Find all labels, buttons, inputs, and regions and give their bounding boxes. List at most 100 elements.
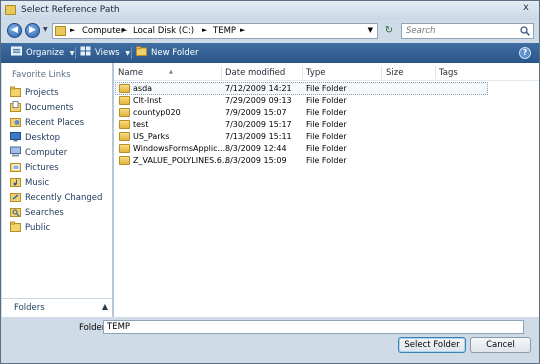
chevron-down-icon: ▼ (125, 50, 130, 57)
folder-input[interactable] (107, 322, 507, 332)
toolbar-separator (131, 47, 132, 59)
address-bar[interactable]: ► Computer ► Local Disk (C:) ► TEMP ► ▼ (52, 23, 378, 39)
title-bar: Select Reference Path x (1, 1, 539, 20)
table-row[interactable]: test 7/30/2009 15:17 File Folder (114, 119, 539, 130)
views-label: Views (95, 48, 120, 58)
column-header-label: Name (118, 68, 144, 78)
sidebar-item-desktop[interactable]: Desktop (10, 131, 60, 144)
column-divider[interactable] (381, 66, 382, 79)
breadcrumb-local-disk[interactable]: Local Disk (C:) (133, 26, 194, 36)
sidebar-item-label: Recent Places (25, 118, 85, 128)
search-icon[interactable] (520, 26, 530, 36)
select-folder-button[interactable]: Select Folder (398, 337, 466, 353)
select-reference-path-dialog: Select Reference Path x ◀ ▶ ▼ ► Computer… (0, 0, 540, 364)
recent-pages-dropdown[interactable]: ▼ (43, 26, 48, 33)
forward-button[interactable]: ▶ (25, 23, 40, 38)
column-header-type[interactable]: Type (306, 66, 326, 80)
chevron-right-icon[interactable]: ► (240, 26, 245, 34)
sidebar-item-pictures[interactable]: Pictures (10, 161, 59, 174)
column-divider[interactable] (302, 66, 303, 79)
organize-button[interactable]: Organize ▼ (11, 46, 74, 60)
command-toolbar: Organize ▼ Views ▼ New Folder ? (1, 43, 539, 63)
chevron-right-icon[interactable]: ► (122, 26, 127, 34)
sidebar-item-public[interactable]: Public (10, 221, 50, 234)
pictures-icon (10, 163, 21, 172)
file-name: Z_VALUE_POLYLINES.6... (133, 156, 230, 165)
breadcrumb-computer[interactable]: Computer (82, 26, 124, 36)
folder-icon (119, 132, 130, 141)
cancel-button[interactable]: Cancel (470, 337, 531, 353)
file-date: 8/3/2009 15:09 (225, 156, 287, 165)
searches-icon (10, 208, 21, 217)
header-divider (114, 80, 539, 81)
address-history-dropdown[interactable]: ▼ (368, 26, 373, 34)
file-name: WindowsFormsApplic... (133, 144, 226, 153)
breadcrumb-temp[interactable]: TEMP (213, 26, 236, 36)
favorite-links-heading: Favorite Links (12, 70, 71, 80)
address-row: ◀ ▶ ▼ ► Computer ► Local Disk (C:) ► TEM… (1, 20, 539, 43)
chevron-right-icon[interactable]: ► (70, 26, 75, 34)
table-row[interactable]: Clt-Inst 7/29/2009 09:13 File Folder (114, 95, 539, 106)
folder-field[interactable] (103, 320, 524, 334)
folders-toggle[interactable]: Folders ▲ (2, 298, 112, 317)
file-name: US_Parks (133, 132, 170, 141)
sidebar-item-label: Searches (25, 208, 64, 218)
folder-icon (119, 84, 130, 93)
folder-icon (119, 108, 130, 117)
close-button[interactable]: x (519, 2, 533, 14)
file-type: File Folder (306, 132, 347, 141)
views-icon (80, 46, 91, 56)
file-name: countyp020 (133, 108, 181, 117)
table-row[interactable]: countyp020 7/9/2009 15:07 File Folder (114, 107, 539, 118)
column-header-size[interactable]: Size (386, 66, 403, 80)
back-button[interactable]: ◀ (7, 23, 22, 38)
folder-icon (119, 144, 130, 153)
column-header-tags[interactable]: Tags (439, 66, 458, 80)
sidebar-item-label: Music (25, 178, 50, 188)
sidebar-item-recent-places[interactable]: Recent Places (10, 116, 84, 129)
window-title: Select Reference Path (21, 5, 120, 15)
sidebar-item-computer[interactable]: Computer (10, 146, 67, 159)
selection-focus-box (115, 82, 488, 95)
folder-icon (119, 120, 130, 129)
table-row[interactable]: US_Parks 7/13/2009 15:11 File Folder (114, 131, 539, 142)
desktop-icon (10, 132, 21, 142)
sidebar-item-label: Computer (25, 148, 68, 158)
help-button[interactable]: ? (519, 47, 531, 59)
search-box[interactable] (401, 23, 534, 39)
column-header-name[interactable]: Name ▲ (118, 66, 222, 80)
new-folder-label: New Folder (151, 48, 199, 58)
table-row[interactable]: WindowsFormsApplic... 8/3/2009 12:44 Fil… (114, 143, 539, 154)
file-date: 7/30/2009 15:17 (225, 120, 292, 129)
sidebar-item-label: Recently Changed (25, 193, 103, 203)
sidebar-item-projects[interactable]: Projects (10, 86, 59, 99)
table-row[interactable]: asda 7/12/2009 14:21 File Folder (114, 82, 539, 95)
folder-icon (10, 86, 21, 97)
toolbar-separator (75, 47, 76, 59)
sidebar-item-music[interactable]: Music (10, 176, 49, 189)
folder-icon (119, 96, 130, 105)
views-button[interactable]: Views ▼ (80, 46, 130, 60)
recent-places-icon (10, 118, 21, 127)
file-type: File Folder (306, 120, 347, 129)
column-divider[interactable] (221, 66, 222, 79)
computer-icon (10, 146, 21, 157)
file-date: 8/3/2009 12:44 (225, 144, 287, 153)
table-row[interactable]: Z_VALUE_POLYLINES.6... 8/3/2009 15:09 Fi… (114, 155, 539, 166)
file-type: File Folder (306, 156, 347, 165)
sidebar-item-documents[interactable]: Documents (10, 101, 73, 114)
sidebar-item-recently-changed[interactable]: Recently Changed (10, 191, 102, 204)
sidebar-item-searches[interactable]: Searches (10, 206, 64, 219)
column-header-date-modified[interactable]: Date modified (225, 66, 285, 80)
file-type: File Folder (306, 84, 347, 93)
search-input[interactable] (406, 26, 516, 36)
documents-icon (10, 101, 21, 112)
column-divider[interactable] (435, 66, 436, 79)
chevron-right-icon[interactable]: ► (202, 26, 207, 34)
recently-changed-icon (10, 193, 21, 202)
new-folder-button[interactable]: New Folder (136, 46, 199, 60)
organize-icon (11, 46, 22, 56)
new-folder-icon (136, 46, 147, 56)
refresh-button[interactable]: ↻ (382, 25, 396, 37)
chevron-up-icon: ▲ (101, 302, 108, 311)
